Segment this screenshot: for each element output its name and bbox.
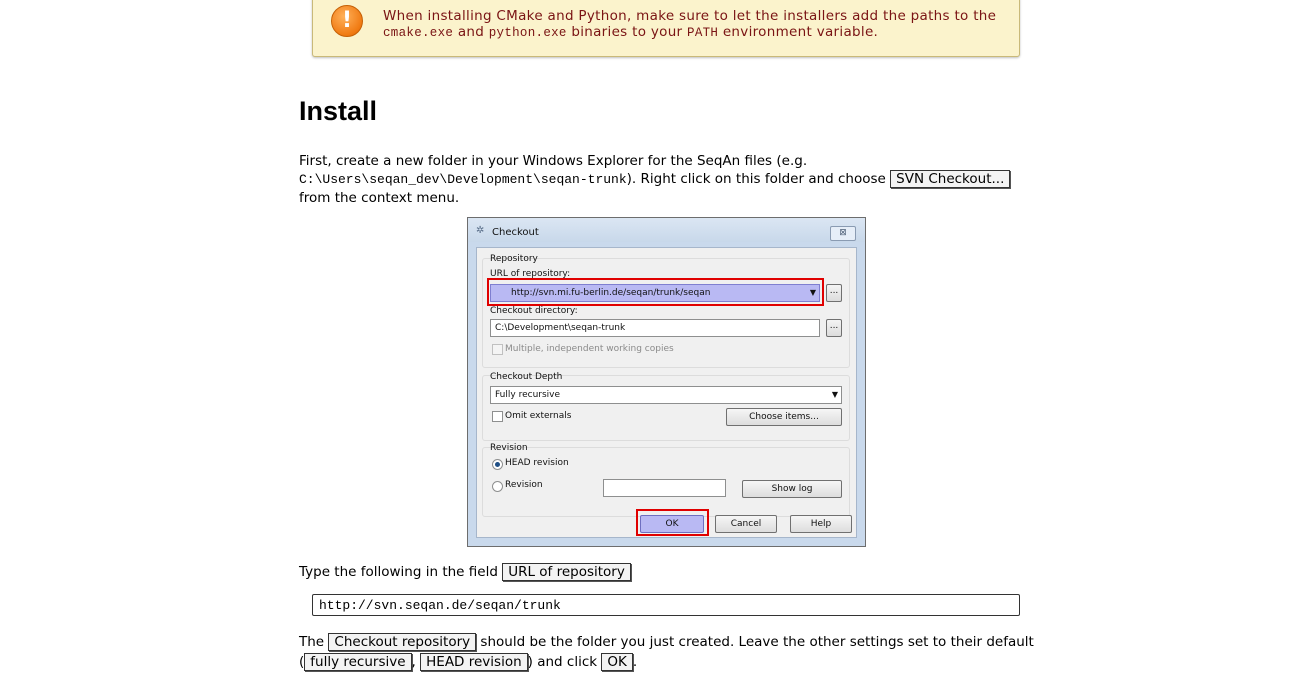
dialog-titlebar: ✲ Checkout ⊠ (468, 218, 865, 242)
para3-period: . (632, 654, 638, 670)
code-cmake: cmake.exe (383, 26, 454, 40)
section-heading: Install (299, 96, 378, 126)
checkout-dialog-screenshot: ✲ Checkout ⊠ Repository URL of repositor… (467, 217, 866, 547)
revision-input[interactable] (603, 479, 726, 497)
url-highlight (487, 278, 824, 306)
warning-text-and: and (457, 24, 485, 40)
gui-ok: OK (601, 653, 633, 671)
depth-group-label: Checkout Depth (490, 372, 563, 382)
show-log-button[interactable]: Show log (742, 480, 842, 498)
para1-text-2: ). Right click on this folder and choose (626, 171, 886, 187)
dir-browse-button[interactable]: ... (826, 319, 842, 337)
gui-url-of-repository: URL of repository (502, 563, 631, 581)
settings-paragraph: The Checkout repository should be the fo… (299, 632, 1039, 672)
gui-svn-checkout: SVN Checkout... (890, 170, 1011, 188)
gui-checkout-repository: Checkout repository (328, 633, 477, 651)
para3-comma: , (411, 654, 416, 670)
warning-text-3: environment variable. (722, 24, 879, 40)
close-icon[interactable]: ⊠ (830, 226, 856, 241)
depth-combo[interactable]: Fully recursive ▼ (490, 386, 842, 404)
revision-group-label: Revision (490, 443, 528, 453)
para2-text-1: Type the following in the field (299, 564, 498, 580)
depth-value: Fully recursive (495, 390, 561, 400)
checkout-dir-input[interactable]: C:\Development\seqan-trunk (490, 319, 820, 337)
head-revision-label: HEAD revision (505, 458, 569, 468)
revision-radio[interactable] (492, 481, 503, 492)
para1-text-1: First, create a new folder in your Windo… (299, 153, 808, 169)
url-paragraph: Type the following in the field URL of r… (299, 563, 1039, 581)
code-python: python.exe (488, 26, 567, 40)
choose-items-button[interactable]: Choose items... (726, 408, 842, 426)
para3-text-1: The (299, 634, 325, 650)
multiple-checkbox[interactable] (492, 344, 503, 355)
chevron-down-icon: ▼ (831, 390, 838, 399)
code-path-var: PATH (687, 26, 719, 40)
ok-highlight (636, 509, 709, 536)
gui-fully-recursive: fully recursive (304, 653, 412, 671)
warning-text-2: binaries to your (571, 24, 683, 40)
cancel-button[interactable]: Cancel (715, 515, 777, 533)
para3-text-3: ) and click (527, 654, 598, 670)
head-revision-radio[interactable] (492, 459, 503, 470)
para1-text-3: from the context menu. (299, 190, 460, 206)
omit-externals-label: Omit externals (505, 411, 572, 421)
checkout-dir-value: C:\Development\seqan-trunk (495, 323, 626, 333)
gui-head-revision: HEAD revision (420, 653, 528, 671)
url-browse-button[interactable]: ... (826, 284, 842, 302)
omit-externals-checkbox[interactable] (492, 411, 503, 422)
code-block-url: http://svn.seqan.de/seqan/trunk (312, 594, 1020, 616)
help-button[interactable]: Help (790, 515, 852, 533)
tortoise-icon: ✲ (476, 225, 485, 236)
multiple-label: Multiple, independent working copies (505, 344, 674, 354)
para3-text-2: should be the folder you just created. L… (480, 634, 1034, 650)
warning-box: ! When installing CMake and Python, make… (312, 0, 1020, 57)
repository-group-label: Repository (490, 254, 538, 264)
checkout-dir-label: Checkout directory: (490, 306, 578, 316)
install-paragraph: First, create a new folder in your Windo… (299, 152, 1039, 207)
para1-code-path: C:\Users\seqan_dev\Development\seqan-tru… (299, 172, 627, 187)
dialog-title: Checkout (492, 227, 539, 238)
warning-text: When installing CMake and Python, make s… (383, 8, 1003, 41)
exclamation-icon: ! (331, 5, 363, 37)
warning-text-1: When installing CMake and Python, make s… (383, 8, 997, 24)
revision-label: Revision (505, 480, 543, 490)
